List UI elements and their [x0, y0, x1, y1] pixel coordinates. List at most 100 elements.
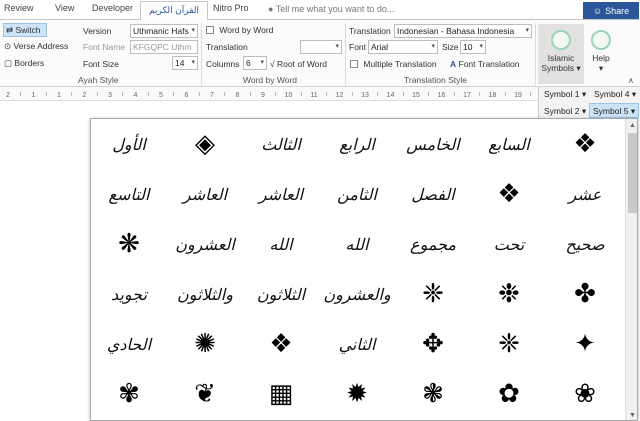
wbw-translation-dropdown[interactable]: ▾ [300, 40, 342, 54]
symbol-2-button[interactable]: Symbol 2 ▾ [541, 104, 589, 119]
scroll-thumb[interactable] [628, 133, 637, 213]
font-size-dropdown[interactable]: 14 ▾ [172, 56, 198, 70]
font-a-icon: A [450, 59, 457, 69]
symbol-item[interactable]: الله [319, 219, 395, 269]
scroll-down-icon[interactable]: ▼ [626, 409, 637, 420]
ruler-number: 12 [336, 92, 344, 99]
font-dropdown[interactable]: Arial ▾ [368, 40, 438, 54]
symbol-item[interactable]: ✾ [91, 369, 167, 419]
symbol-item[interactable]: صحيح [547, 219, 623, 269]
symbol-item[interactable]: تجويد [91, 269, 167, 319]
symbol-item[interactable]: ✥ [395, 319, 471, 369]
translation-label: Translation [349, 26, 391, 36]
tab-developer[interactable]: Developer [92, 3, 133, 19]
symbol-item[interactable]: ❃ [395, 369, 471, 419]
share-button[interactable]: ☺ Share [583, 2, 639, 19]
symbol-item[interactable]: ❈ [395, 269, 471, 319]
ornament-glyph: ❉ [498, 279, 520, 309]
borders-icon: ▢ [4, 58, 13, 68]
symbol-item[interactable]: الثامن [319, 169, 395, 219]
symbol-item[interactable]: ❦ [167, 369, 243, 419]
group-word-by-word: Word by Word [243, 75, 298, 85]
calligraphy-glyph: التاسع [108, 184, 151, 204]
calligraphy-glyph: الخامس [406, 134, 460, 154]
font-name-value: KFGQPC Uthm [133, 42, 192, 52]
symbol-5-button[interactable]: Symbol 5 ▾ [589, 103, 640, 118]
ornament-glyph: ❀ [574, 379, 596, 409]
symbol-item[interactable]: ❉ [471, 269, 547, 319]
symbol-item[interactable]: ❖ [471, 169, 547, 219]
size-dropdown[interactable]: 10 ▾ [460, 40, 486, 54]
islamic-symbols-button[interactable]: Islamic Symbols ▾ [538, 24, 584, 84]
symbol-item[interactable]: الله [243, 219, 319, 269]
tab-quran[interactable]: القرآن الكريم [140, 1, 209, 20]
horizontal-ruler[interactable]: 2 1 1 2 3 4 5 6 7 8 9 10 11 12 13 14 15 16 17 18 19 [0, 87, 538, 101]
symbol-item[interactable]: السابع [471, 119, 547, 169]
symbol-item[interactable]: ✦ [547, 319, 623, 369]
symbol-4-button[interactable]: Symbol 4 ▾ [591, 87, 639, 102]
ruler-number: 13 [361, 92, 369, 99]
symbol-item[interactable]: ❖ [243, 319, 319, 369]
symbol-item[interactable]: والثلاثون [167, 269, 243, 319]
group-separator [535, 23, 536, 85]
calligraphy-glyph: الفصل [411, 184, 455, 204]
font-name-field[interactable]: KFGQPC Uthm [130, 40, 198, 54]
symbol-item[interactable]: الخامس [395, 119, 471, 169]
borders-button[interactable]: ▢ Borders [4, 58, 44, 69]
symbol-item[interactable]: ✤ [547, 269, 623, 319]
switch-button[interactable]: ⇄ Switch [3, 23, 47, 37]
translation-dropdown[interactable]: Indonesian - Bahasa Indonesia ▾ [394, 24, 532, 38]
symbol-item[interactable]: والعشرون [319, 269, 395, 319]
tell-me-text: Tell me what you want to do... [275, 4, 395, 14]
symbol-item[interactable]: ❈ [471, 319, 547, 369]
group-separator [345, 23, 346, 85]
document-area[interactable] [0, 121, 90, 421]
verse-address-button[interactable]: ⊙ Verse Address [4, 41, 68, 52]
root-of-word-button[interactable]: √ Root of Word [270, 59, 327, 69]
font-translation-button[interactable]: A Font Translation [450, 59, 519, 69]
symbol-1-button[interactable]: Symbol 1 ▾ [541, 87, 589, 102]
islamic-symbols-icon [551, 30, 571, 50]
symbol-item[interactable]: ✿ [471, 369, 547, 419]
symbol-item[interactable]: الثاني [319, 319, 395, 369]
tell-me-box[interactable]: ● Tell me what you want to do... [268, 4, 394, 14]
columns-dropdown[interactable]: 6 ▾ [243, 56, 267, 70]
symbol-item[interactable]: العشرون [167, 219, 243, 269]
calligraphy-glyph: والعشرون [323, 284, 391, 304]
symbol-item[interactable]: التاسع [91, 169, 167, 219]
symbol-item[interactable]: الفصل [395, 169, 471, 219]
chevron-down-icon: ▾ [581, 106, 587, 116]
symbol-item[interactable]: ◈ [167, 119, 243, 169]
calligraphy-glyph: صحيح [565, 234, 605, 254]
collapse-ribbon-icon[interactable]: ∧ [628, 76, 634, 85]
symbol-item[interactable]: ❀ [547, 369, 623, 419]
calligraphy-glyph: الرابع [339, 134, 376, 154]
symbol-item[interactable]: تحت [471, 219, 547, 269]
scroll-up-icon[interactable]: ▲ [626, 119, 637, 132]
tab-view[interactable]: View [55, 3, 74, 19]
symbol-item[interactable]: الحادي [91, 319, 167, 369]
tab-review[interactable]: Review [4, 3, 34, 19]
symbol-item[interactable]: الأول [91, 119, 167, 169]
symbol-item[interactable]: ❋ [91, 219, 167, 269]
symbol-item[interactable]: العاشر [243, 169, 319, 219]
ruler-number: 17 [463, 92, 471, 99]
symbol-item[interactable]: ✺ [167, 319, 243, 369]
help-button[interactable]: Help ▾ [588, 24, 614, 84]
symbol-item[interactable]: ✹ [319, 369, 395, 419]
symbol-item[interactable]: الثالث [243, 119, 319, 169]
chevron-down-icon: ▾ [191, 59, 195, 66]
gallery-scrollbar[interactable]: ▲ ▼ [625, 119, 637, 420]
symbol-item[interactable]: عشر [547, 169, 623, 219]
version-dropdown[interactable]: Uthmanic Hafs ▾ [130, 24, 198, 38]
word-by-word-button[interactable]: Word by Word [206, 25, 273, 35]
size-value: 10 [463, 42, 473, 52]
tab-nitro-pro[interactable]: Nitro Pro [213, 3, 249, 19]
symbol-item[interactable]: ▦ [243, 369, 319, 419]
symbol-item[interactable]: الثلاثون [243, 269, 319, 319]
multiple-translation-checkbox[interactable]: Multiple Translation [350, 59, 437, 69]
symbol-item[interactable]: الرابع [319, 119, 395, 169]
symbol-item[interactable]: ❖ [547, 119, 623, 169]
symbol-item[interactable]: مجموع [395, 219, 471, 269]
symbol-item[interactable]: العاشر [167, 169, 243, 219]
